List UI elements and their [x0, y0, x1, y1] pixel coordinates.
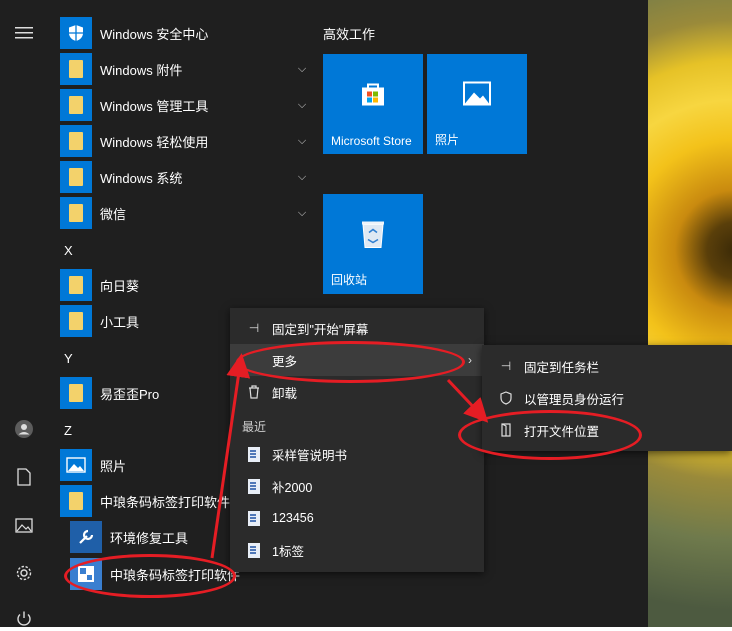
app-item-wechat[interactable]: 微信 ⌵ [60, 195, 310, 231]
run-as-admin-item[interactable]: 以管理员身份运行 [482, 382, 732, 414]
recent-item[interactable]: 123456 [230, 502, 484, 534]
start-rail [0, 0, 48, 627]
section-letter-y[interactable]: Y [64, 351, 73, 366]
hamburger-menu-icon[interactable] [12, 21, 36, 45]
app-item-windows-accessories[interactable]: Windows 附件 ⌵ [60, 51, 310, 87]
settings-gear-icon[interactable] [12, 561, 36, 585]
menu-item-label: 固定到"开始"屏幕 [272, 322, 369, 337]
chevron-down-icon: ⌵ [297, 170, 307, 183]
document-icon [244, 510, 264, 526]
menu-item-label: 固定到任务栏 [524, 360, 600, 375]
pin-to-start-item[interactable]: ⊣ 固定到"开始"屏幕 [230, 312, 484, 344]
folder-icon [60, 53, 92, 85]
folder-icon [60, 161, 92, 193]
tile-recycle-bin[interactable]: 回收站 [323, 194, 423, 294]
power-icon[interactable] [12, 607, 36, 631]
menu-item-label: 以管理员身份运行 [524, 392, 625, 407]
menu-item-label: 补2000 [272, 480, 313, 495]
section-letter-z[interactable]: Z [64, 423, 72, 438]
app-item-label: Windows 管理工具 [100, 98, 209, 114]
chevron-down-icon: ⌵ [297, 134, 307, 147]
folder-icon [60, 485, 92, 517]
document-icon [244, 478, 264, 494]
annotation-ellipse-open-location [458, 410, 642, 460]
app-item-xiangrikui[interactable]: 向日葵 [60, 267, 310, 303]
menu-item-label: 123456 [272, 511, 314, 525]
folder-icon [60, 305, 92, 337]
store-bag-icon [359, 80, 387, 113]
recent-item[interactable]: 采样管说明书 [230, 438, 484, 470]
app-item-label: Windows 系统 [100, 170, 183, 186]
recent-item[interactable]: 1标签 [230, 534, 484, 566]
wrench-icon [70, 521, 102, 553]
section-letter-x[interactable]: X [64, 243, 73, 258]
documents-icon[interactable] [12, 465, 36, 489]
app-item-label: 向日葵 [100, 278, 140, 294]
chevron-down-icon: ⌵ [297, 206, 307, 219]
recycle-bin-icon [360, 219, 386, 254]
annotation-ellipse-app [64, 554, 236, 598]
tile-label: 照片 [435, 133, 460, 147]
photos-icon [463, 81, 491, 111]
tile-label: 回收站 [331, 273, 368, 287]
folder-icon [60, 125, 92, 157]
annotation-ellipse-more [236, 341, 465, 383]
app-item-windows-security[interactable]: Windows 安全中心 [60, 15, 310, 51]
tile-group-title[interactable]: 高效工作 [323, 24, 375, 43]
pin-icon: ⊣ [500, 359, 512, 373]
app-item-label: Windows 轻松使用 [100, 134, 209, 150]
pin-to-taskbar-item[interactable]: ⊣ 固定到任务栏 [482, 350, 732, 382]
document-icon [244, 542, 264, 558]
chevron-down-icon: ⌵ [297, 98, 307, 111]
pictures-icon[interactable] [12, 513, 36, 537]
folder-icon [60, 377, 92, 409]
tile-photos[interactable]: 照片 [427, 54, 527, 154]
tile-label: Microsoft Store [331, 134, 412, 148]
chevron-down-icon: ⌵ [297, 62, 307, 75]
recent-section-title: 最近 [242, 420, 267, 434]
tile-microsoft-store[interactable]: Microsoft Store [323, 54, 423, 154]
folder-icon [60, 269, 92, 301]
pin-icon: ⊣ [248, 321, 260, 335]
app-item-windows-ease-of-access[interactable]: Windows 轻松使用 ⌵ [60, 123, 310, 159]
user-avatar-icon[interactable] [12, 417, 36, 441]
chevron-right-icon: › [468, 353, 472, 367]
folder-icon [60, 197, 92, 229]
app-item-label: Windows 安全中心 [100, 26, 209, 42]
folder-icon [60, 89, 92, 121]
trash-icon [244, 385, 264, 399]
app-item-label: Windows 附件 [100, 62, 183, 78]
menu-item-label: 卸载 [272, 386, 298, 401]
recent-item[interactable]: 补2000 [230, 470, 484, 502]
menu-item-label: 1标签 [272, 544, 304, 559]
app-item-windows-admin-tools[interactable]: Windows 管理工具 ⌵ [60, 87, 310, 123]
shield-icon [60, 17, 92, 49]
menu-item-label: 采样管说明书 [272, 448, 348, 463]
shield-icon [496, 391, 516, 405]
document-icon [244, 446, 264, 462]
app-item-label: 微信 [100, 206, 127, 222]
photos-icon [60, 449, 92, 481]
app-item-windows-system[interactable]: Windows 系统 ⌵ [60, 159, 310, 195]
